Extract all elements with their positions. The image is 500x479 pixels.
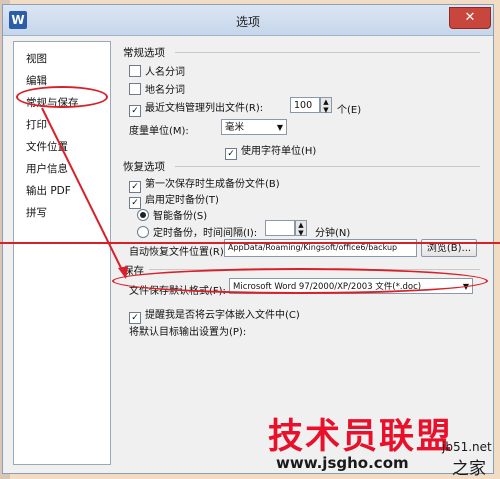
site-watermark-home: 之家 — [452, 459, 486, 479]
site-watermark-jb51: jb51.net — [442, 440, 492, 454]
url-watermark: www.jsgho.com — [276, 454, 409, 472]
brand-watermark: 技术员联盟 — [268, 417, 454, 457]
